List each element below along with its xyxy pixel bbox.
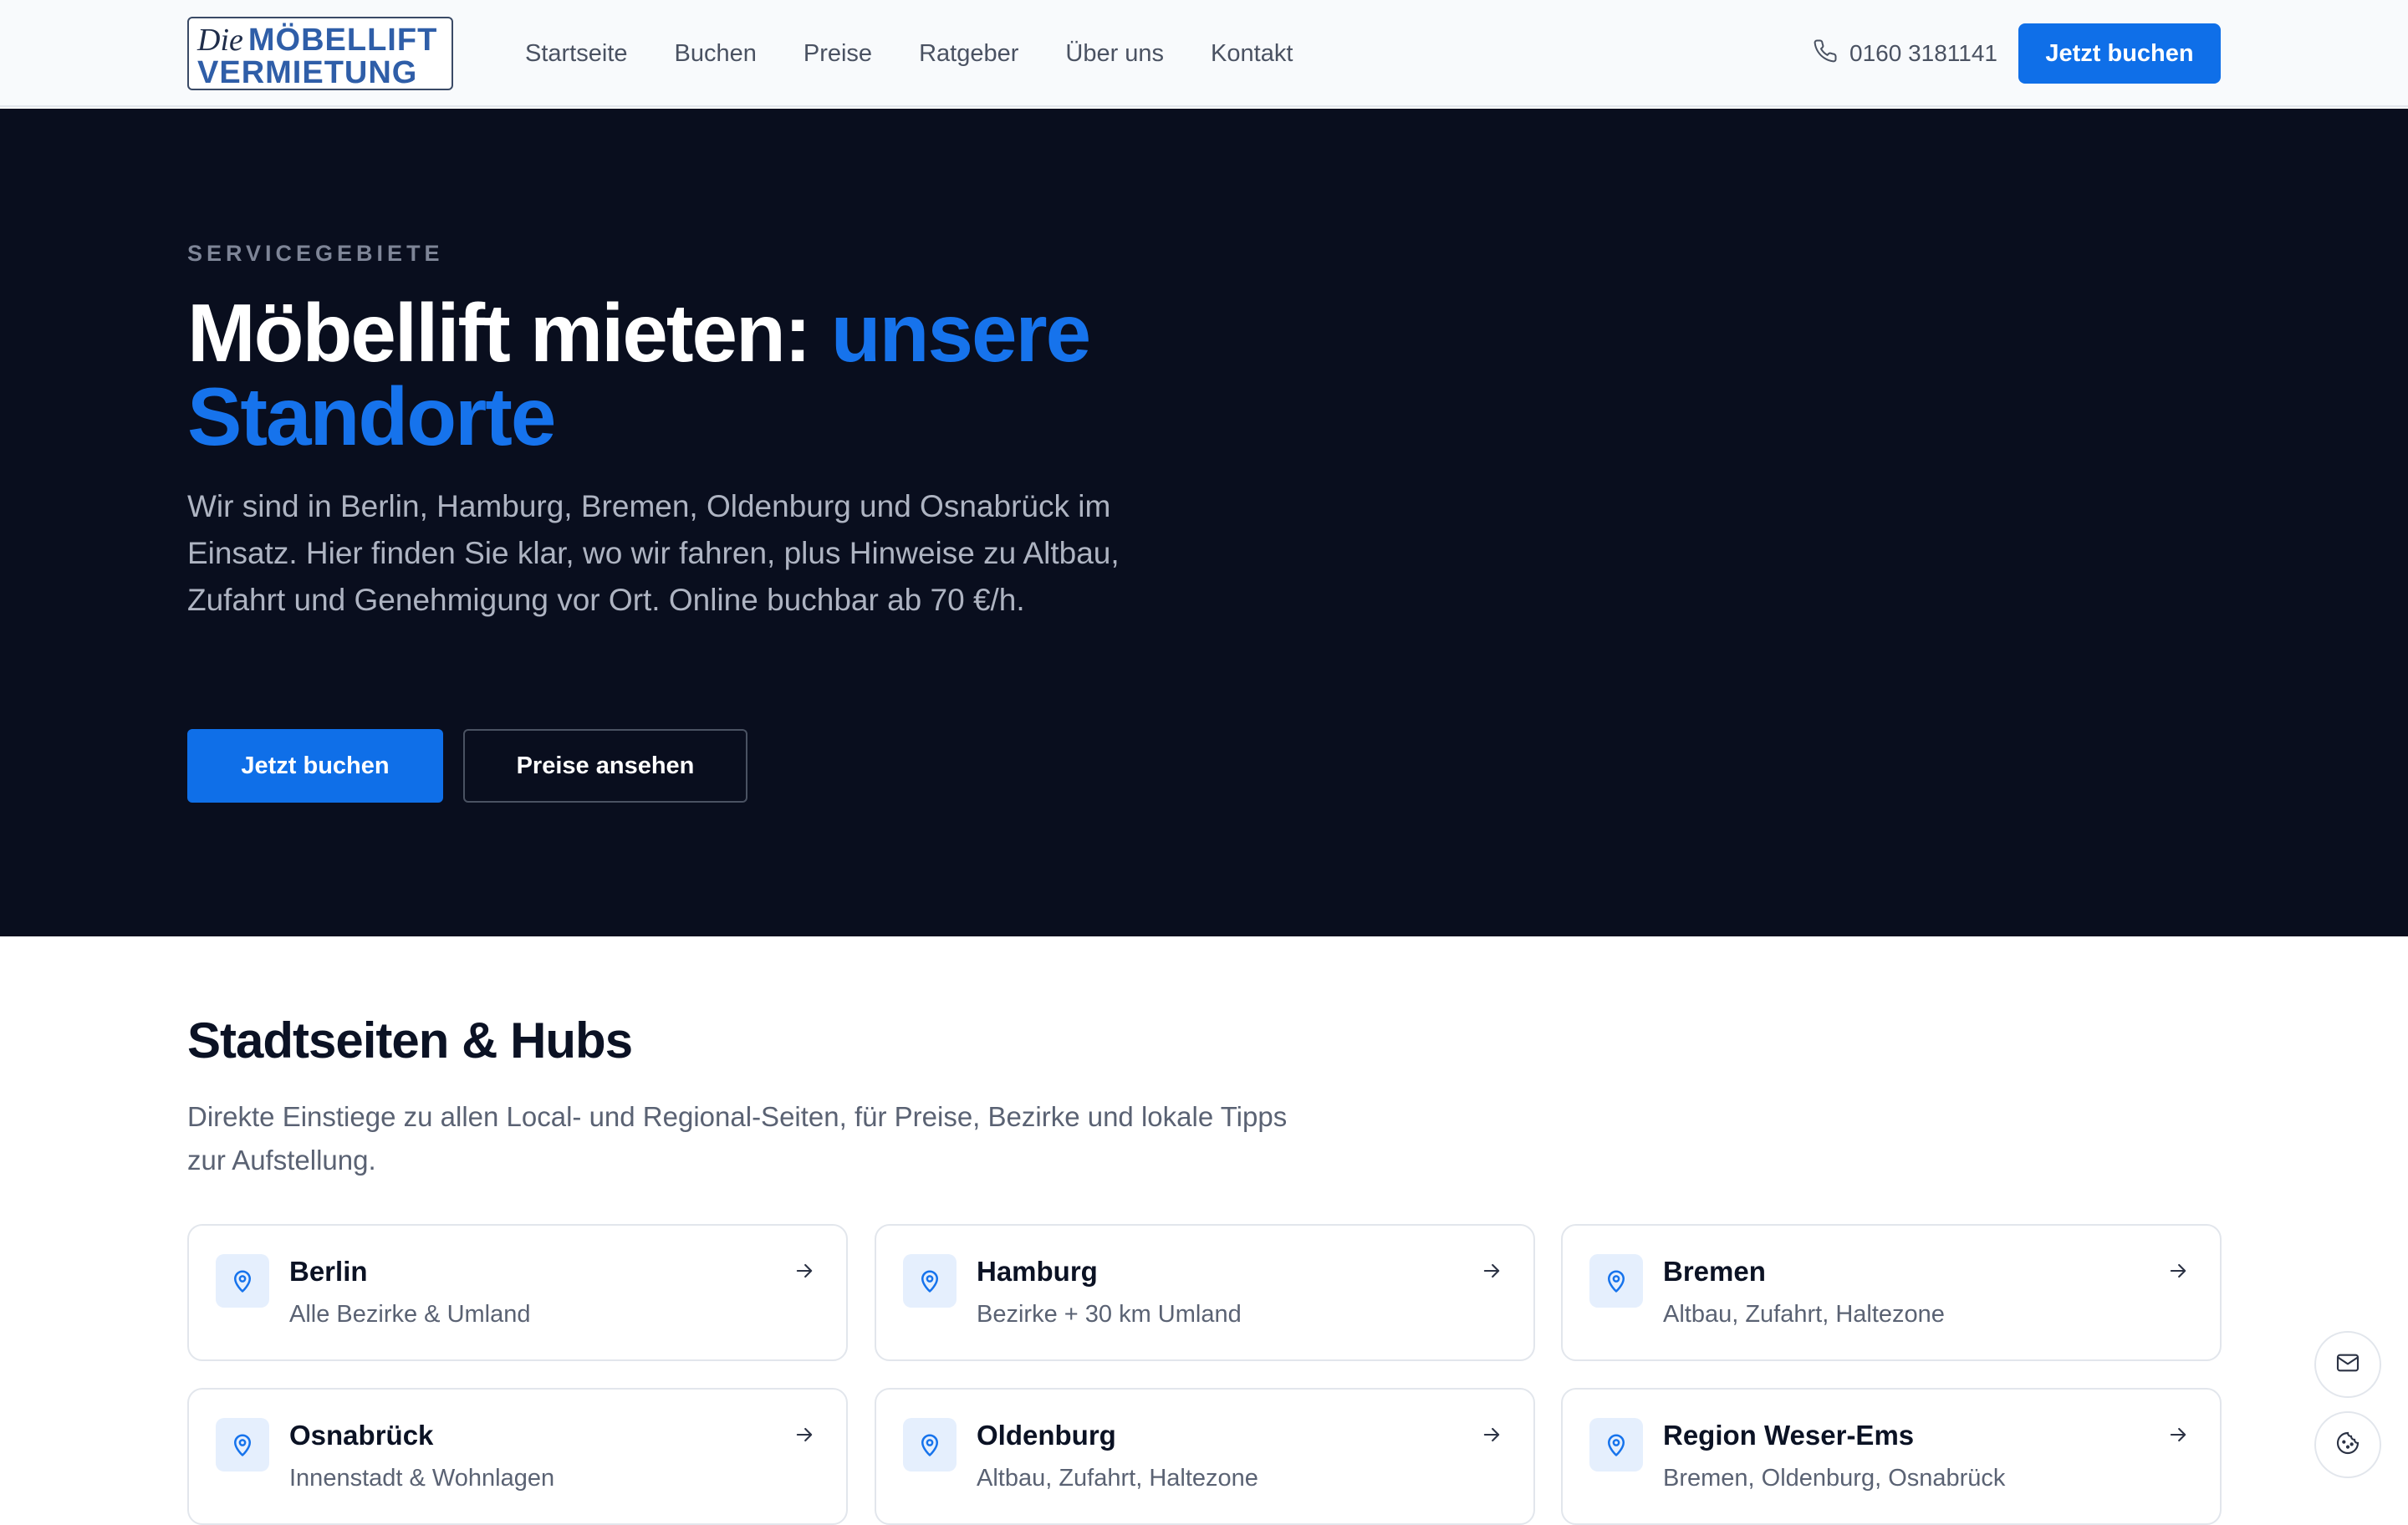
hero-book-button[interactable]: Jetzt buchen: [187, 729, 443, 803]
map-pin-icon: [216, 1254, 269, 1308]
nav-link-ueber-uns[interactable]: Über uns: [1065, 33, 1164, 74]
cookie-float-button[interactable]: [2314, 1411, 2381, 1478]
map-pin-icon: [216, 1418, 269, 1471]
arrow-right-icon: [1483, 1263, 1500, 1278]
phone-link[interactable]: 0160 3181141: [1813, 33, 1997, 74]
city-card-hamburg[interactable]: Hamburg Bezirke + 30 km Umland: [875, 1224, 1535, 1361]
main-menu: Startseite Buchen Preise Ratgeber Über u…: [525, 33, 1293, 74]
section-lead: Direkte Einstiege zu allen Local- und Re…: [187, 1101, 1288, 1176]
logo-bold-text: MÖBELLIFT: [247, 23, 438, 58]
city-card-name: Oldenburg: [977, 1420, 1116, 1451]
brand-logo[interactable]: Die MÖBELLIFT VERMIETUNG: [187, 17, 453, 90]
arrow-right-icon: [796, 1427, 813, 1442]
city-card-name: Bremen: [1663, 1256, 1766, 1287]
city-card-desc: Bremen, Oldenburg, Osnabrück: [1663, 1465, 2006, 1492]
cookie-icon: [2334, 1430, 2361, 1461]
city-card-desc: Alle Bezirke & Umland: [289, 1301, 531, 1328]
arrow-right-icon: [1483, 1427, 1500, 1442]
city-card-name: Region Weser-Ems: [1663, 1420, 1915, 1451]
city-card-desc: Innenstadt & Wohnlagen: [289, 1465, 555, 1492]
hero-title-white: Möbellift mieten:: [187, 287, 812, 379]
city-card-desc: Altbau, Zufahrt, Haltezone: [1663, 1301, 1945, 1328]
city-card-name: Osnabrück: [289, 1420, 434, 1451]
hero-prices-button[interactable]: Preise ansehen: [463, 729, 747, 803]
city-card-region-weser-ems[interactable]: Region Weser-Ems Bremen, Oldenburg, Osnab…: [1561, 1388, 2222, 1525]
city-card-name: Berlin: [289, 1256, 368, 1287]
hero-lead: Wir sind in Berlin, Hamburg, Bremen, Old…: [187, 489, 1120, 617]
nav-link-kontakt[interactable]: Kontakt: [1211, 33, 1293, 74]
arrow-right-icon: [2170, 1263, 2186, 1278]
hero-title: Möbellift mieten: unsere Standorte: [187, 291, 1274, 458]
city-card-desc: Bezirke + 30 km Umland: [977, 1301, 1242, 1328]
city-card-berlin[interactable]: Berlin Alle Bezirke & Umland: [187, 1224, 848, 1361]
city-card-desc: Altbau, Zufahrt, Haltezone: [977, 1465, 1258, 1492]
city-card-bremen[interactable]: Bremen Altbau, Zufahrt, Haltezone: [1561, 1224, 2222, 1361]
map-pin-icon: [1589, 1418, 1643, 1471]
map-pin-icon: [903, 1254, 957, 1308]
nav-link-startseite[interactable]: Startseite: [525, 33, 628, 74]
city-card-name: Hamburg: [977, 1256, 1098, 1287]
mail-icon: [2334, 1349, 2361, 1380]
hero-section: SERVICEGEBIETE Möbellift mieten: unsere …: [0, 109, 2408, 936]
arrow-right-icon: [796, 1263, 813, 1278]
mail-float-button[interactable]: [2314, 1331, 2381, 1398]
logo-line2-text: VERMIETUNG: [197, 55, 418, 90]
section-title: Stadtseiten & Hubs: [187, 1012, 633, 1069]
nav-link-ratgeber[interactable]: Ratgeber: [919, 33, 1018, 74]
top-navbar: Die MÖBELLIFT VERMIETUNG Startseite Buche…: [0, 0, 2408, 107]
map-pin-icon: [903, 1418, 957, 1471]
phone-icon: [1813, 38, 1838, 69]
nav-link-preise[interactable]: Preise: [804, 33, 872, 74]
map-pin-icon: [1589, 1254, 1643, 1308]
logo-script-text: Die: [197, 23, 243, 58]
city-card-oldenburg[interactable]: Oldenburg Altbau, Zufahrt, Haltezone: [875, 1388, 1535, 1525]
nav-link-buchen[interactable]: Buchen: [675, 33, 757, 74]
arrow-right-icon: [2170, 1427, 2186, 1442]
nav-book-button[interactable]: Jetzt buchen: [2018, 23, 2221, 84]
city-card-osnabrueck[interactable]: Osnabrück Innenstadt & Wohnlagen: [187, 1388, 848, 1525]
phone-number: 0160 3181141: [1849, 40, 1997, 66]
hero-eyebrow: SERVICEGEBIETE: [187, 241, 444, 266]
